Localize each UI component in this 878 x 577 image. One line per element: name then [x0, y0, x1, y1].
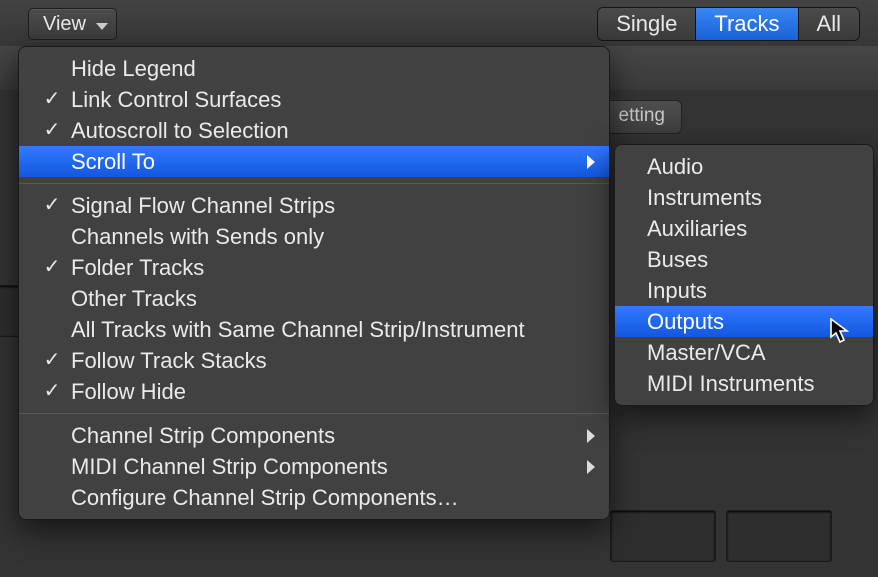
menu-item-label: Autoscroll to Selection [71, 118, 289, 143]
menu-item-sends-only[interactable]: Channels with Sends only [19, 221, 609, 252]
submenu-item-audio[interactable]: Audio [615, 151, 873, 182]
menu-item-label: Outputs [647, 309, 724, 334]
menu-item-folder-tracks[interactable]: ✓ Folder Tracks [19, 252, 609, 283]
submenu-arrow-icon [587, 429, 595, 443]
submenu-item-buses[interactable]: Buses [615, 244, 873, 275]
submenu-arrow-icon [587, 155, 595, 169]
submenu-item-midi-instruments[interactable]: MIDI Instruments [615, 368, 873, 399]
setting-button-partial[interactable]: etting [602, 100, 682, 134]
channel-strip-slot [610, 510, 716, 562]
check-icon: ✓ [41, 115, 63, 146]
menu-item-label: Buses [647, 247, 708, 272]
menu-separator [19, 413, 609, 414]
submenu-item-inputs[interactable]: Inputs [615, 275, 873, 306]
menu-item-label: MIDI Instruments [647, 371, 814, 396]
check-icon: ✓ [41, 376, 63, 407]
menu-item-label: Link Control Surfaces [71, 87, 281, 112]
menu-item-label: Inputs [647, 278, 707, 303]
submenu-item-outputs[interactable]: Outputs [615, 306, 873, 337]
menu-item-label: Follow Track Stacks [71, 348, 267, 373]
menu-item-label: MIDI Channel Strip Components [71, 454, 388, 479]
menu-item-label: Follow Hide [71, 379, 186, 404]
menu-item-label: Folder Tracks [71, 255, 204, 280]
scroll-to-submenu: Audio Instruments Auxiliaries Buses Inpu… [614, 144, 874, 406]
menu-item-label: Hide Legend [71, 56, 196, 81]
menu-separator [19, 183, 609, 184]
menu-item-label: Channels with Sends only [71, 224, 324, 249]
menu-item-label: Configure Channel Strip Components… [71, 485, 459, 510]
check-icon: ✓ [41, 84, 63, 115]
menu-item-label: All Tracks with Same Channel Strip/Instr… [71, 317, 525, 342]
menu-item-label: Other Tracks [71, 286, 197, 311]
menu-item-follow-stacks[interactable]: ✓ Follow Track Stacks [19, 345, 609, 376]
view-menu-button[interactable]: View [28, 8, 117, 40]
view-scope-tabs: Single Tracks All [597, 7, 860, 41]
menu-item-scroll-to[interactable]: Scroll To [19, 146, 609, 177]
menu-item-label: Instruments [647, 185, 762, 210]
menu-item-signal-flow[interactable]: ✓ Signal Flow Channel Strips [19, 190, 609, 221]
submenu-item-instruments[interactable]: Instruments [615, 182, 873, 213]
menu-item-label: Scroll To [71, 149, 155, 174]
menu-item-label: Auxiliaries [647, 216, 747, 241]
chevron-down-icon [96, 9, 108, 39]
menu-item-follow-hide[interactable]: ✓ Follow Hide [19, 376, 609, 407]
menu-item-midi-cs-components[interactable]: MIDI Channel Strip Components [19, 451, 609, 482]
view-menu: Hide Legend ✓ Link Control Surfaces ✓ Au… [18, 46, 610, 520]
toolbar: View Single Tracks All [0, 0, 878, 47]
menu-item-other-tracks[interactable]: Other Tracks [19, 283, 609, 314]
check-icon: ✓ [41, 190, 63, 221]
menu-item-label: Channel Strip Components [71, 423, 335, 448]
channel-strip-slot [726, 510, 832, 562]
menu-item-label: Master/VCA [647, 340, 766, 365]
check-icon: ✓ [41, 345, 63, 376]
submenu-item-auxiliaries[interactable]: Auxiliaries [615, 213, 873, 244]
menu-item-cs-components[interactable]: Channel Strip Components [19, 420, 609, 451]
menu-item-autoscroll[interactable]: ✓ Autoscroll to Selection [19, 115, 609, 146]
tab-tracks[interactable]: Tracks [696, 8, 798, 40]
tab-all[interactable]: All [799, 8, 859, 40]
menu-item-same-strip[interactable]: All Tracks with Same Channel Strip/Instr… [19, 314, 609, 345]
view-menu-label: View [43, 13, 86, 35]
tab-single[interactable]: Single [598, 8, 696, 40]
submenu-arrow-icon [587, 460, 595, 474]
menu-item-link-control-surfaces[interactable]: ✓ Link Control Surfaces [19, 84, 609, 115]
menu-item-label: Signal Flow Channel Strips [71, 193, 335, 218]
menu-item-hide-legend[interactable]: Hide Legend [19, 53, 609, 84]
submenu-item-master-vca[interactable]: Master/VCA [615, 337, 873, 368]
check-icon: ✓ [41, 252, 63, 283]
menu-item-label: Audio [647, 154, 703, 179]
menu-item-configure-cs[interactable]: Configure Channel Strip Components… [19, 482, 609, 513]
